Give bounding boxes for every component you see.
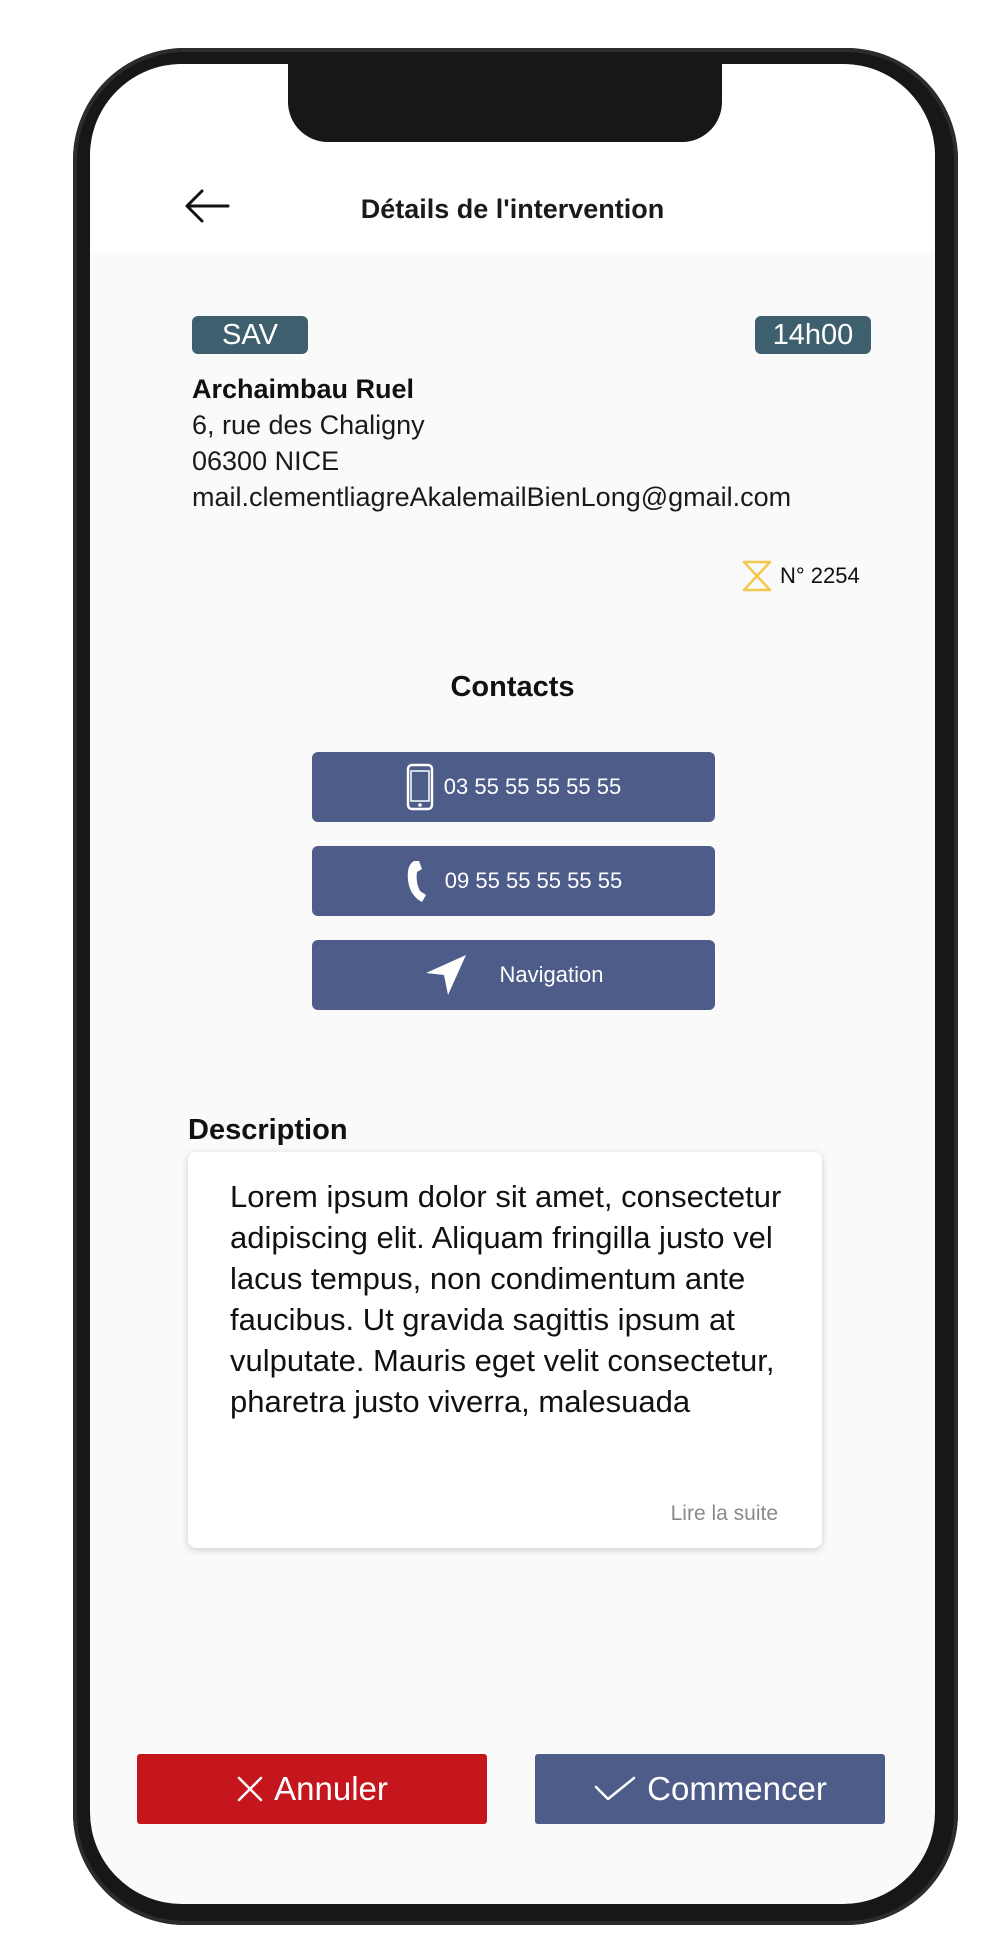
navigation-label: Navigation <box>499 962 604 987</box>
navigation-arrow-icon <box>425 955 466 995</box>
phone-number: 09 55 55 55 55 55 <box>444 868 623 893</box>
contacts-title: Contacts <box>450 671 575 703</box>
page-title: Détails de l'intervention <box>360 194 665 224</box>
description-text: Lorem ipsum dolor sit amet, consectetur … <box>230 1179 782 1419</box>
app-screen: Détails de l'intervention SAV 14h00 Arch… <box>90 64 935 1904</box>
start-label: Commencer <box>647 1770 827 1807</box>
cancel-button[interactable]: Annuler <box>137 1754 487 1824</box>
hourglass-icon <box>742 560 772 592</box>
description-card: Lorem ipsum dolor sit amet, consectetur … <box>188 1152 822 1548</box>
check-icon <box>594 1776 636 1801</box>
time-badge: 14h00 <box>755 316 871 354</box>
description-title: Description <box>188 1114 348 1146</box>
call-phone-button[interactable]: 09 55 55 55 55 55 <box>312 846 715 916</box>
close-icon <box>237 1776 263 1802</box>
intervention-number-text: N° 2254 <box>780 563 860 588</box>
navigation-button[interactable]: Navigation <box>312 940 715 1010</box>
call-mobile-button[interactable]: 03 55 55 55 55 55 <box>312 752 715 822</box>
intervention-number: N° 2254 <box>742 560 860 592</box>
type-badge: SAV <box>192 316 308 354</box>
address-street: 6, rue des Chaligny <box>192 410 425 440</box>
smartphone-icon <box>406 763 434 811</box>
client-name: Archaimbau Ruel <box>192 374 415 404</box>
phone-icon <box>407 861 426 902</box>
client-email: mail.clementliagreAkalemailBienLong@gmai… <box>192 482 792 512</box>
start-button[interactable]: Commencer <box>535 1754 885 1824</box>
address-city: 06300 NICE <box>192 446 340 476</box>
mobile-number: 03 55 55 55 55 55 <box>443 774 622 799</box>
read-more-link[interactable]: Lire la suite <box>671 1502 778 1526</box>
phone-notch <box>288 64 722 142</box>
cancel-label: Annuler <box>274 1770 388 1807</box>
